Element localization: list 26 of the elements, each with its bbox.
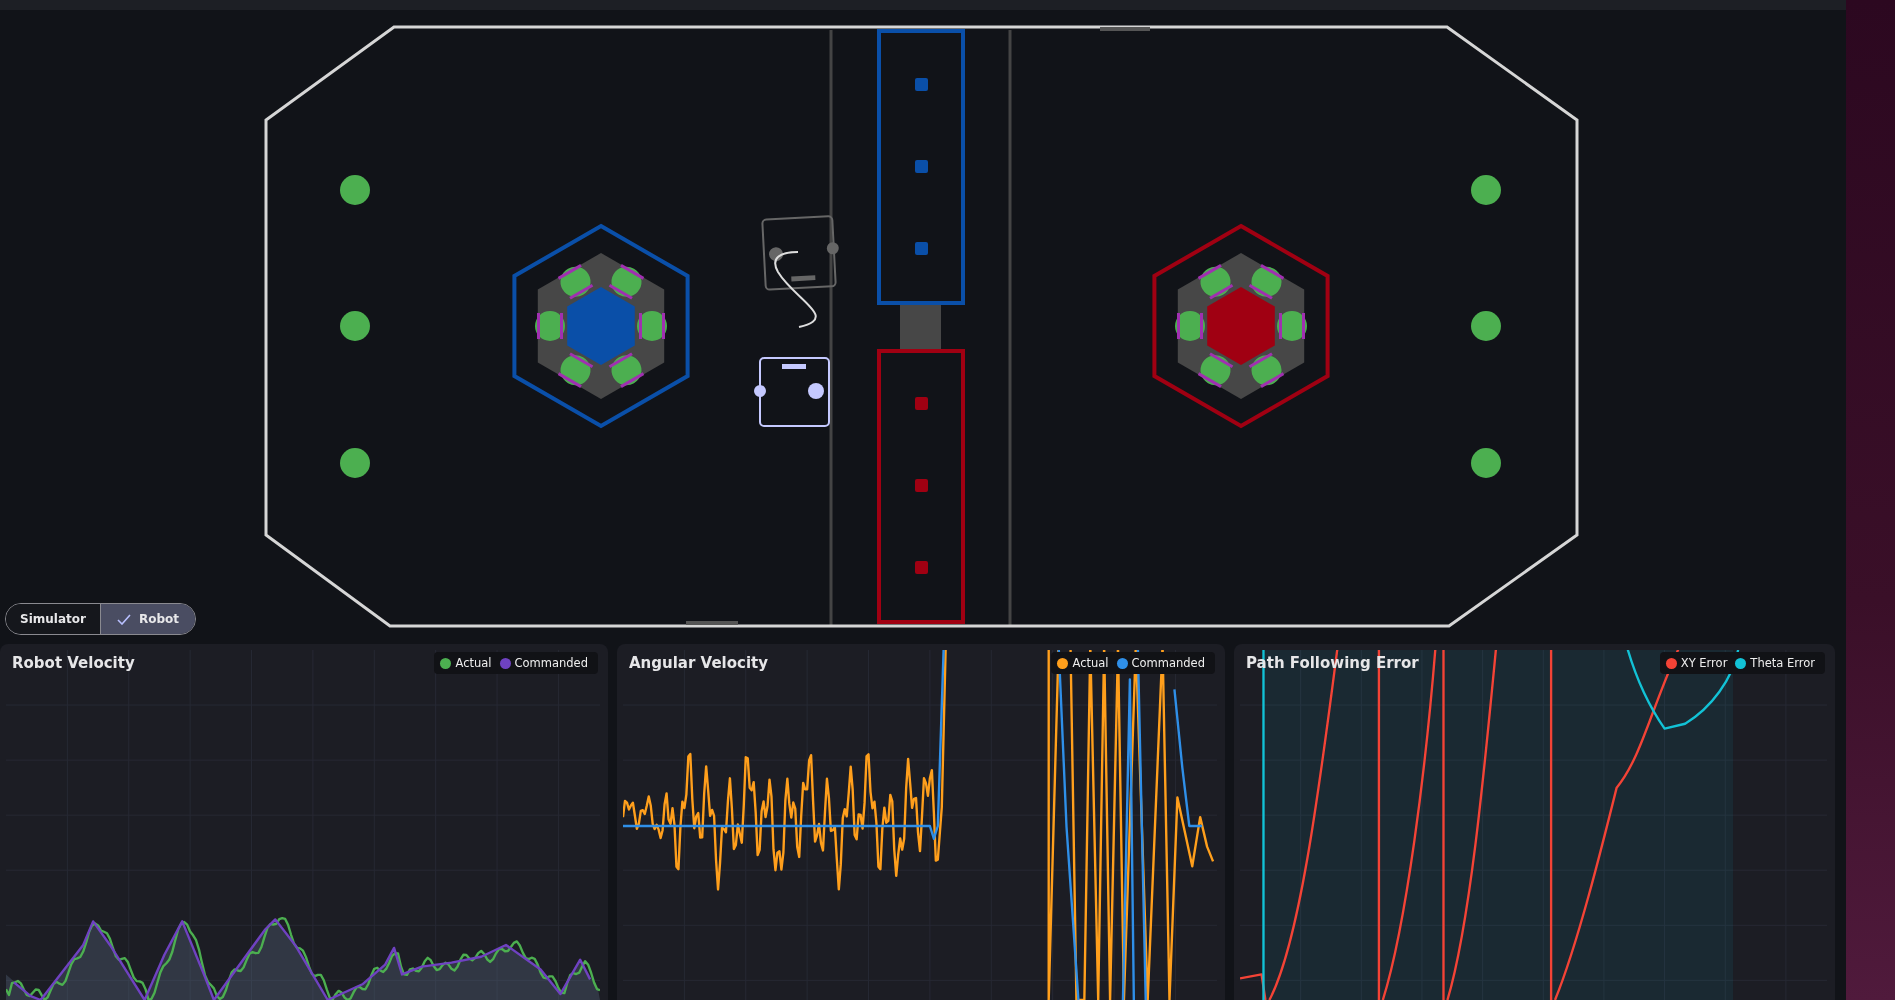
chart-title: Robot Velocity: [12, 654, 135, 672]
square-marker: [915, 479, 928, 492]
square-marker: [915, 397, 928, 410]
legend-label: XY Error: [1680, 656, 1728, 670]
legend-label: Commanded: [1131, 656, 1205, 670]
legend-label: Actual: [455, 656, 492, 670]
square-marker: [915, 242, 928, 255]
legend-label: Theta Error: [1750, 656, 1815, 670]
check-icon: [116, 613, 131, 625]
square-marker: [915, 561, 928, 574]
bridge-block: [900, 305, 941, 349]
ball: [1471, 311, 1501, 341]
mode-button[interactable]: Simulator: [6, 604, 100, 634]
mode-button[interactable]: Robot: [99, 604, 195, 634]
field-marker: [1100, 27, 1150, 31]
field-marker: [686, 621, 738, 625]
legend-label: Actual: [1072, 656, 1109, 670]
square-marker: [915, 78, 928, 91]
square-marker: [915, 160, 928, 173]
ball: [340, 175, 370, 205]
ball: [1471, 175, 1501, 205]
ball: [1471, 448, 1501, 478]
legend-label: Commanded: [514, 656, 588, 670]
ball: [340, 448, 370, 478]
ball: [340, 311, 370, 341]
chart-title: Angular Velocity: [629, 654, 768, 672]
